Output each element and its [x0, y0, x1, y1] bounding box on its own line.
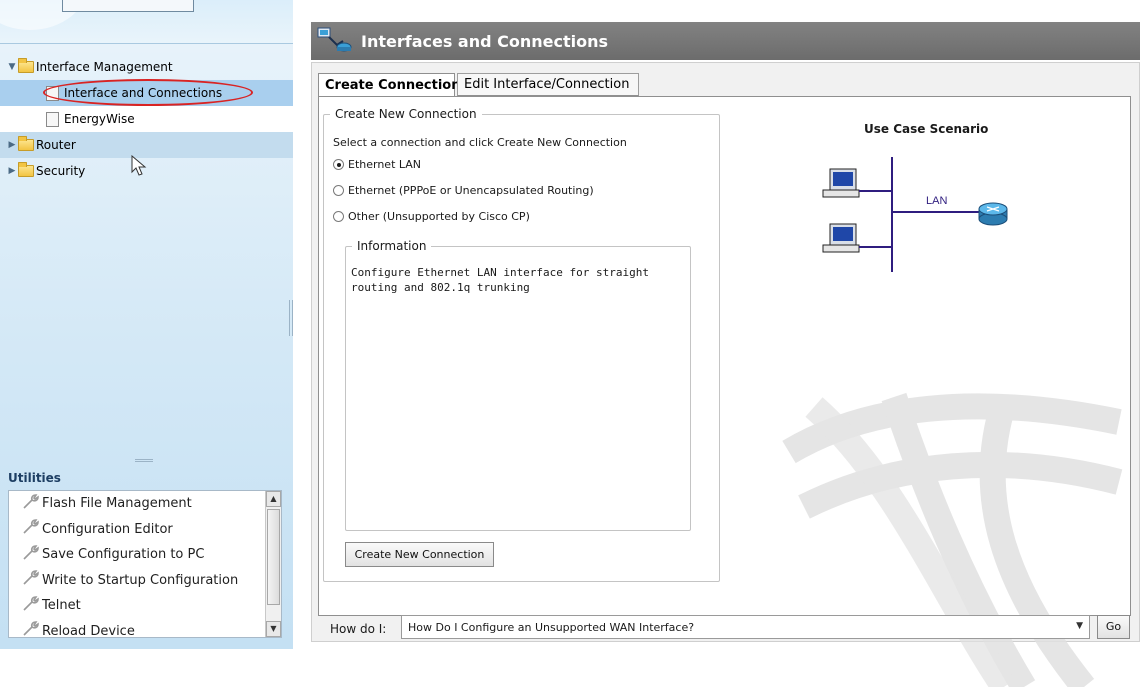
utility-label: Configuration Editor — [42, 521, 173, 537]
utility-label: Save Configuration to PC — [42, 547, 205, 563]
tree-item-label: Interface Management — [36, 60, 173, 74]
horizontal-splitter-handle[interactable] — [135, 459, 153, 462]
tree-item-label: EnergyWise — [64, 112, 135, 126]
radio-label: Ethernet LAN — [348, 158, 422, 171]
scroll-down-arrow-icon[interactable]: ▼ — [266, 621, 281, 637]
utility-save-configuration[interactable]: Save Configuration to PC — [9, 542, 281, 568]
tab-container: Create Connection Edit Interface/Connect… — [311, 62, 1140, 687]
tab-panel: Create New Connection Select a connectio… — [318, 96, 1131, 687]
wrench-icon — [21, 569, 39, 591]
use-case-scenario-title: Use Case Scenario — [864, 122, 989, 136]
mouse-pointer-icon — [131, 155, 147, 176]
expand-triangle-icon[interactable]: ▶ — [6, 166, 18, 176]
wrench-icon — [21, 544, 39, 566]
radio-button[interactable] — [333, 211, 344, 222]
utility-label: Write to Startup Configuration — [42, 572, 239, 588]
folder-icon — [18, 162, 34, 177]
radio-label: Ethernet (PPPoE or Unencapsulated Routin… — [348, 184, 594, 197]
scrollbar-thumb[interactable] — [267, 509, 280, 605]
lan-label: LAN — [926, 195, 947, 207]
go-button[interactable]: Go — [1097, 615, 1130, 639]
chevron-down-icon[interactable]: ▼ — [1076, 621, 1083, 631]
utility-flash-file-management[interactable]: Flash File Management — [9, 491, 281, 517]
pc-icon — [822, 223, 860, 253]
pc-icon — [822, 168, 860, 198]
tab-edit-interface-connection[interactable]: Edit Interface/Connection — [457, 73, 639, 96]
use-case-diagram: LAN — [822, 157, 1008, 272]
network-connection-icon — [317, 27, 352, 52]
tree-item-interface-management[interactable]: ▼ Interface Management — [0, 54, 293, 80]
router-icon — [978, 202, 1008, 226]
create-new-connection-button[interactable]: Create New Connection — [345, 542, 494, 567]
radio-button[interactable] — [333, 159, 344, 170]
page-icon — [46, 111, 59, 127]
page-banner: Interfaces and Connections — [311, 22, 1140, 60]
wrench-icon — [21, 518, 39, 540]
folder-icon — [18, 136, 34, 151]
utility-label: Flash File Management — [42, 496, 192, 512]
expand-triangle-icon[interactable]: ▶ — [6, 140, 18, 150]
instruction-text: Select a connection and click Create New… — [333, 136, 627, 149]
radio-ethernet-pppoe[interactable]: Ethernet (PPPoE or Unencapsulated Routin… — [333, 184, 594, 197]
device-selector[interactable] — [62, 0, 194, 12]
group-title: Information — [357, 239, 427, 253]
annotation-ellipse — [43, 79, 253, 106]
tree-item-label: Router — [36, 138, 76, 152]
tab-create-connection[interactable]: Create Connection — [318, 73, 460, 96]
page-title: Interfaces and Connections — [361, 31, 609, 51]
radio-label: Other (Unsupported by Cisco CP) — [348, 210, 530, 223]
radio-other-unsupported[interactable]: Other (Unsupported by Cisco CP) — [333, 210, 530, 223]
cisco-watermark-globe — [782, 392, 1123, 687]
utilities-list: Flash File Management Configuration Edit… — [8, 490, 282, 638]
wrench-icon — [21, 620, 39, 637]
information-text: Configure Ethernet LAN interface for str… — [351, 266, 650, 294]
utilities-title: Utilities — [8, 471, 61, 485]
how-do-i-select[interactable]: How Do I Configure an Unsupported WAN In… — [401, 615, 1090, 639]
group-title: Create New Connection — [335, 107, 477, 121]
vertical-splitter-handle[interactable] — [289, 300, 293, 336]
tree-item-label: Security — [36, 164, 86, 178]
utility-configuration-editor[interactable]: Configuration Editor — [9, 517, 281, 543]
expand-triangle-icon[interactable]: ▼ — [6, 62, 18, 72]
utility-telnet[interactable]: Telnet — [9, 593, 281, 619]
wrench-icon — [21, 595, 39, 617]
navigation-pane: ▼ Interface Management Interface and Con… — [0, 0, 293, 649]
wrench-icon — [21, 493, 39, 515]
nav-header — [0, 0, 293, 44]
radio-ethernet-lan[interactable]: Ethernet LAN — [333, 158, 421, 171]
tree-item-energywise[interactable]: EnergyWise — [0, 106, 293, 132]
how-do-i-label: How do I: — [330, 622, 387, 636]
content-area: Interfaces and Connections Create Connec… — [311, 22, 1140, 687]
utilities-scrollbar[interactable]: ▲ ▼ — [265, 491, 281, 637]
utility-label: Reload Device — [42, 623, 135, 638]
utility-write-startup-configuration[interactable]: Write to Startup Configuration — [9, 568, 281, 594]
scroll-up-arrow-icon[interactable]: ▲ — [266, 491, 281, 507]
folder-icon — [18, 58, 34, 73]
utility-label: Telnet — [42, 598, 81, 614]
radio-button[interactable] — [333, 185, 344, 196]
how-do-i-value: How Do I Configure an Unsupported WAN In… — [408, 620, 695, 634]
utility-reload-device[interactable]: Reload Device — [9, 619, 281, 638]
